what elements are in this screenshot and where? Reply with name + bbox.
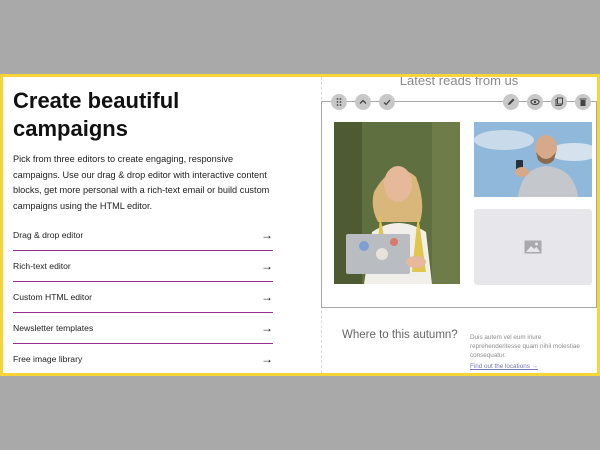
hero-title: Create beautiful campaigns <box>13 88 180 141</box>
arrow-right-icon: → <box>261 259 273 273</box>
arrow-right-icon: → <box>261 228 273 242</box>
arrow-right-icon: → <box>261 321 273 335</box>
check-icon[interactable] <box>379 94 395 110</box>
article-link[interactable]: Find out the locations → <box>470 363 538 370</box>
article-title: Where to this autumn? <box>342 329 458 341</box>
feature-label: Newsletter templates <box>13 323 94 333</box>
pencil-icon[interactable] <box>503 94 519 110</box>
feature-item-drag-drop-editor[interactable]: Drag & drop editor → <box>13 220 273 251</box>
image-placeholder[interactable] <box>474 209 592 285</box>
hero-panel: Create beautiful campaigns Pick from thr… <box>13 87 275 214</box>
preview-section-title: Latest reads from us <box>399 77 519 88</box>
article-text: Duis autem vel eum iriure reprehenderite… <box>470 334 580 359</box>
feature-label: Rich-text editor <box>13 261 71 271</box>
feature-list: Drag & drop editor → Rich-text editor → … <box>13 220 273 373</box>
feature-label: Drag & drop editor <box>13 230 84 240</box>
feature-item-free-image-library[interactable]: Free image library → <box>13 344 273 373</box>
chevron-up-icon[interactable] <box>355 94 371 110</box>
trash-icon[interactable] <box>575 94 591 110</box>
feature-label: Free image library <box>13 354 83 364</box>
drag-handle-icon[interactable] <box>331 94 347 110</box>
duplicate-icon[interactable] <box>551 94 567 110</box>
image-icon <box>524 240 542 254</box>
eye-icon[interactable] <box>527 94 543 110</box>
feature-item-custom-html-editor[interactable]: Custom HTML editor → <box>13 282 273 313</box>
campaign-section: Create beautiful campaigns Pick from thr… <box>0 74 600 376</box>
arrow-right-icon: → <box>261 290 273 304</box>
article-photo-woman-laptop <box>334 122 460 284</box>
article-photo-man-phone <box>474 122 592 197</box>
arrow-right-icon: → <box>261 352 273 366</box>
feature-item-rich-text-editor[interactable]: Rich-text editor → <box>13 251 273 282</box>
feature-item-newsletter-templates[interactable]: Newsletter templates → <box>13 313 273 344</box>
feature-label: Custom HTML editor <box>13 292 92 302</box>
hero-description: Pick from three editors to create engagi… <box>13 154 270 211</box>
preview-heading: Latest reads from us <box>321 77 597 91</box>
